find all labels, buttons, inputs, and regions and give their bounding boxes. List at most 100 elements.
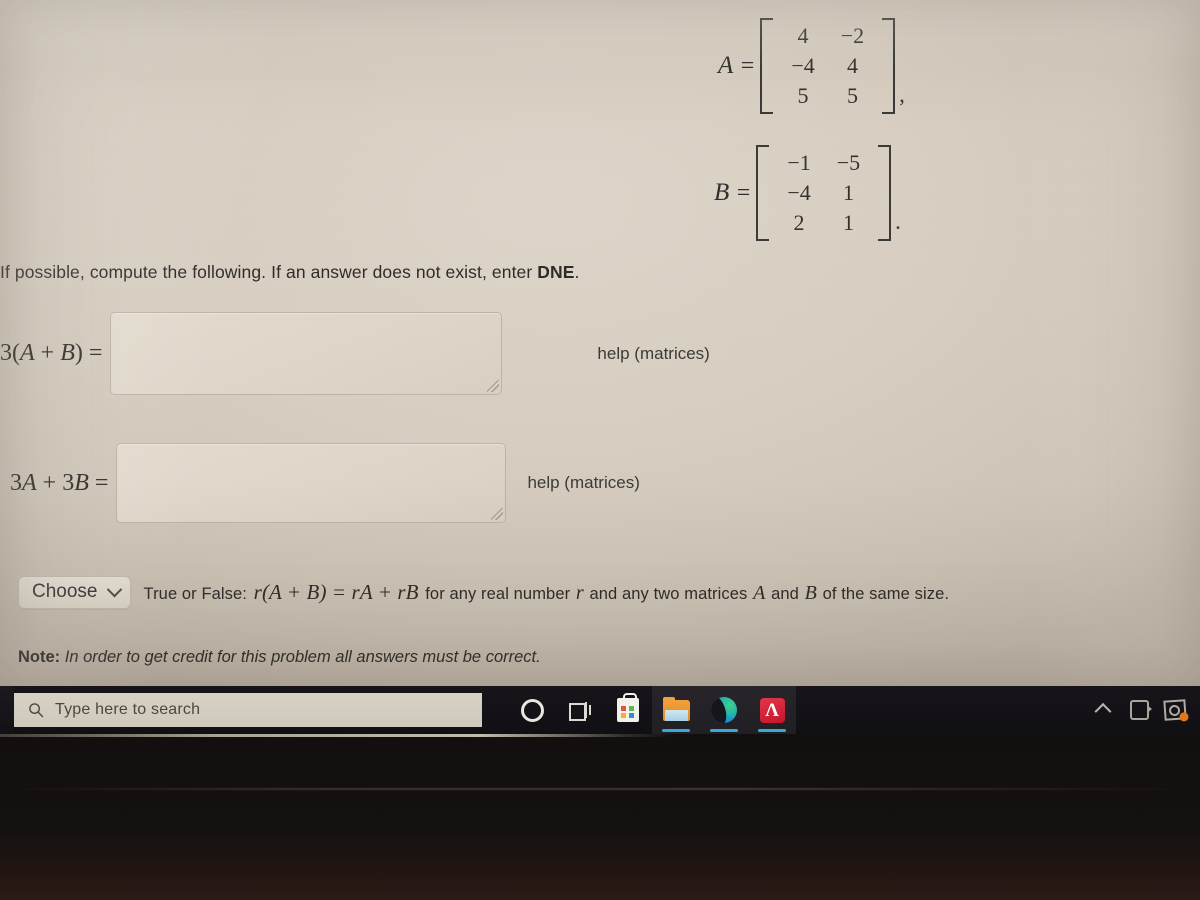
laptop-bezel xyxy=(0,734,1200,900)
matrix-b-label: B xyxy=(714,179,730,207)
matrix-b-table: −1 −5 −4 1 2 1 xyxy=(774,148,873,238)
windows-taskbar: Type here to search Λ xyxy=(0,686,1200,734)
matrix-a-equals: = xyxy=(740,52,755,79)
matrix-row: −4 1 xyxy=(774,178,873,208)
true-false-question-row: Choose True or False: r(A + B) = rA + rB… xyxy=(18,576,949,609)
chevron-up-icon xyxy=(1094,702,1112,720)
microsoft-edge-icon[interactable] xyxy=(700,686,748,734)
left-bracket xyxy=(760,18,774,115)
system-tray xyxy=(1088,686,1200,734)
tf-mid2: and any two matrices xyxy=(584,585,753,603)
running-indicator xyxy=(662,729,690,732)
folder-glyph xyxy=(662,696,690,721)
bezel-hinge-line xyxy=(0,788,1200,790)
matrix-row: −1 −5 xyxy=(774,148,873,178)
expr-var-a: A xyxy=(20,340,35,366)
running-indicator xyxy=(710,729,738,732)
choose-dropdown-value: Choose xyxy=(32,581,98,602)
expr-prefix: 3 xyxy=(10,469,22,496)
expr-plus: + 3 xyxy=(36,469,75,496)
matrix-cell: −4 xyxy=(787,180,811,206)
matrix-cell: 2 xyxy=(793,210,805,236)
matrix-cell: −2 xyxy=(840,23,865,48)
matrix-cell: 4 xyxy=(846,53,858,79)
matrix-cell: 5 xyxy=(797,83,809,109)
matrix-row: 2 1 xyxy=(774,208,873,238)
search-input[interactable]: Type here to search xyxy=(14,693,482,727)
microsoft-store-icon[interactable] xyxy=(604,686,652,734)
help-matrices-link-2[interactable]: help (matrices) xyxy=(527,473,639,493)
expr-suffix: ) = xyxy=(74,340,103,366)
tf-var-r: r xyxy=(575,582,584,604)
show-hidden-icons-button[interactable] xyxy=(1088,686,1118,734)
instructions-part-1: If possible, compute the following. If a… xyxy=(0,262,538,282)
start-button[interactable] xyxy=(0,686,14,734)
tf-var-b: B xyxy=(804,582,817,604)
store-bag-glyph xyxy=(617,693,639,722)
answer-input-2[interactable] xyxy=(116,443,507,523)
expr-prefix: 3( xyxy=(0,340,20,366)
right-bracket xyxy=(878,145,892,242)
note-label: Note: xyxy=(18,648,61,666)
tf-mid: for any real number xyxy=(420,585,575,603)
answer-row-2: 3A + 3B = help (matrices) xyxy=(10,443,640,523)
matrix-a-table: 4 −2 −4 4 5 5 xyxy=(778,21,877,111)
left-bracket xyxy=(756,145,770,242)
chevron-down-icon xyxy=(106,581,122,597)
matrix-a-punctuation: , xyxy=(899,82,905,108)
cortana-ring-glyph xyxy=(520,698,544,722)
matrix-b-definition: B = −1 −5 −4 1 2 1 . xyxy=(714,145,901,242)
resize-handle-icon[interactable] xyxy=(491,508,504,520)
note-text: In order to get credit for this problem … xyxy=(60,648,541,666)
camera-tray-icon[interactable] xyxy=(1124,686,1154,734)
instructions-text: If possible, compute the following. If a… xyxy=(0,262,579,283)
matrix-a-label: A xyxy=(718,52,734,80)
adobe-acrobat-icon[interactable]: Λ xyxy=(748,686,796,734)
matrix-b-equals: = xyxy=(736,179,751,206)
true-false-statement: True or False: r(A + B) = rA + rB for an… xyxy=(144,580,950,605)
matrix-cell: 4 xyxy=(797,23,809,48)
matrix-cell: 5 xyxy=(846,83,858,109)
search-icon xyxy=(29,703,44,718)
matrix-a-brackets: 4 −2 −4 4 5 5 xyxy=(760,18,896,115)
search-placeholder-text: Type here to search xyxy=(55,701,201,718)
tf-math-expression: r(A + B) = rA + rB xyxy=(253,580,419,604)
edge-swirl-glyph xyxy=(711,697,737,723)
matrix-cell: 1 xyxy=(842,180,854,206)
matrix-cell: −5 xyxy=(836,150,861,175)
matrix-cell: 1 xyxy=(842,210,854,236)
right-bracket xyxy=(882,18,896,115)
task-view-icon[interactable] xyxy=(556,686,604,734)
tf-mid3: and xyxy=(766,585,804,603)
resize-handle-icon[interactable] xyxy=(487,380,500,392)
matrix-a-definition: A = 4 −2 −4 4 5 5 , xyxy=(718,18,905,115)
note-line: Note: In order to get credit for this pr… xyxy=(18,648,541,667)
matrix-cell: −4 xyxy=(791,53,815,79)
expr-var-b: B xyxy=(74,469,89,496)
file-explorer-icon[interactable] xyxy=(652,686,700,734)
expression-3-a-plus-b: 3(A + B) = xyxy=(0,340,102,367)
screenshot-tray-icon[interactable] xyxy=(1160,686,1190,734)
matrix-b-punctuation: . xyxy=(895,209,901,235)
camera-glyph xyxy=(1129,700,1152,720)
tf-var-a: A xyxy=(753,582,766,604)
matrix-row: 5 5 xyxy=(778,81,877,111)
matrix-row: 4 −2 xyxy=(778,21,877,51)
screenshot-glyph xyxy=(1163,699,1189,722)
cortana-icon[interactable] xyxy=(508,686,556,734)
bezel-highlight xyxy=(0,734,1200,737)
choose-dropdown[interactable]: Choose xyxy=(18,576,131,609)
matrix-cell: −1 xyxy=(787,150,811,175)
running-indicator xyxy=(758,729,786,732)
expr-suffix: = xyxy=(88,469,109,496)
help-matrices-link-1[interactable]: help (matrices) xyxy=(597,344,709,364)
expression-3a-plus-3b: 3A + 3B = xyxy=(10,470,108,497)
answer-input-1[interactable] xyxy=(110,312,503,395)
matrix-row: −4 4 xyxy=(778,51,877,81)
laptop-screen: A = 4 −2 −4 4 5 5 , B = −1 −5 −4 1 2 1 .… xyxy=(0,0,1200,686)
instructions-dne-keyword: DNE xyxy=(537,262,575,282)
acrobat-glyph: Λ xyxy=(759,697,785,723)
instructions-part-3: . xyxy=(574,262,580,282)
expr-var-a: A xyxy=(22,469,37,496)
matrix-b-brackets: −1 −5 −4 1 2 1 xyxy=(756,145,892,242)
